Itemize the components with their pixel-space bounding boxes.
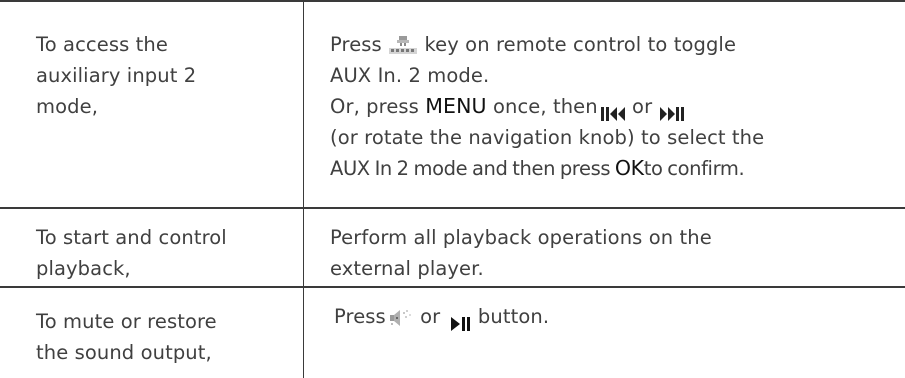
or-text: or xyxy=(632,95,653,118)
ok-key-label: OK xyxy=(614,156,644,180)
row-1-instr-line-4: (or rotate the navigation knob) to selec… xyxy=(330,126,765,149)
row-1-instr-line-2: AUX In. 2 mode. xyxy=(330,64,490,87)
instruction-table: To access the auxiliary input 2 mode, Pr… xyxy=(0,0,905,378)
press-text-2: Press xyxy=(334,305,386,328)
menu-key-label: MENU xyxy=(425,94,487,118)
row-1-action-line-2: auxiliary input 2 xyxy=(36,64,197,87)
aux-in-key-icon xyxy=(388,35,418,57)
to-confirm-text: to confirm. xyxy=(643,157,745,180)
once-then-text: once, then xyxy=(492,95,598,118)
row-2-instr-line-2: external player. xyxy=(330,257,484,280)
row-1-instr-line-5: AUX In 2 mode and then press OKto confir… xyxy=(330,153,890,184)
row-3-action-line-1: To mute or restore xyxy=(36,310,217,333)
key-on-remote-text: key on remote control to toggle xyxy=(424,33,737,56)
row-3-instructions: Press or button. xyxy=(334,301,894,332)
table-top-border xyxy=(0,0,905,2)
mute-speaker-icon xyxy=(388,307,414,329)
row-3-action: To mute or restore the sound output, xyxy=(36,306,291,368)
pause-skip-back-icon xyxy=(600,100,626,121)
row-2-action-line-2: playback, xyxy=(36,257,131,280)
press-text: Press xyxy=(330,33,382,56)
row-2-instr-line-1: Perform all playback operations on the xyxy=(330,226,712,249)
button-text: button. xyxy=(477,305,550,328)
row-2-action-line-1: To start and control xyxy=(36,226,227,249)
row-3-instr-line-1: Press or button. xyxy=(334,301,894,332)
row-3-action-line-2: the sound output, xyxy=(36,341,212,364)
row-1-bottom-border xyxy=(0,207,905,209)
select-mode-text: AUX In 2 mode and then press xyxy=(330,157,611,180)
row-1-action-line-1: To access the xyxy=(36,33,168,56)
skip-forward-pause-icon xyxy=(659,100,685,121)
row-2-instructions: Perform all playback operations on the e… xyxy=(330,222,890,284)
or-text-2: or xyxy=(420,305,441,328)
play-pause-icon xyxy=(450,310,472,331)
row-2-action: To start and control playback, xyxy=(36,222,291,284)
row-1-instructions: Press key on remote control to toggle AU… xyxy=(330,29,890,184)
row-1-action-line-3: mode, xyxy=(36,95,98,118)
column-divider xyxy=(303,0,304,378)
row-2-bottom-border xyxy=(0,286,905,288)
or-press-text: Or, press xyxy=(330,95,419,118)
row-1-action: To access the auxiliary input 2 mode, xyxy=(36,29,291,122)
row-1-instr-line-1: Press key on remote control to toggle xyxy=(330,29,890,60)
row-1-instr-line-3: Or, press MENU once, then or xyxy=(330,91,890,122)
